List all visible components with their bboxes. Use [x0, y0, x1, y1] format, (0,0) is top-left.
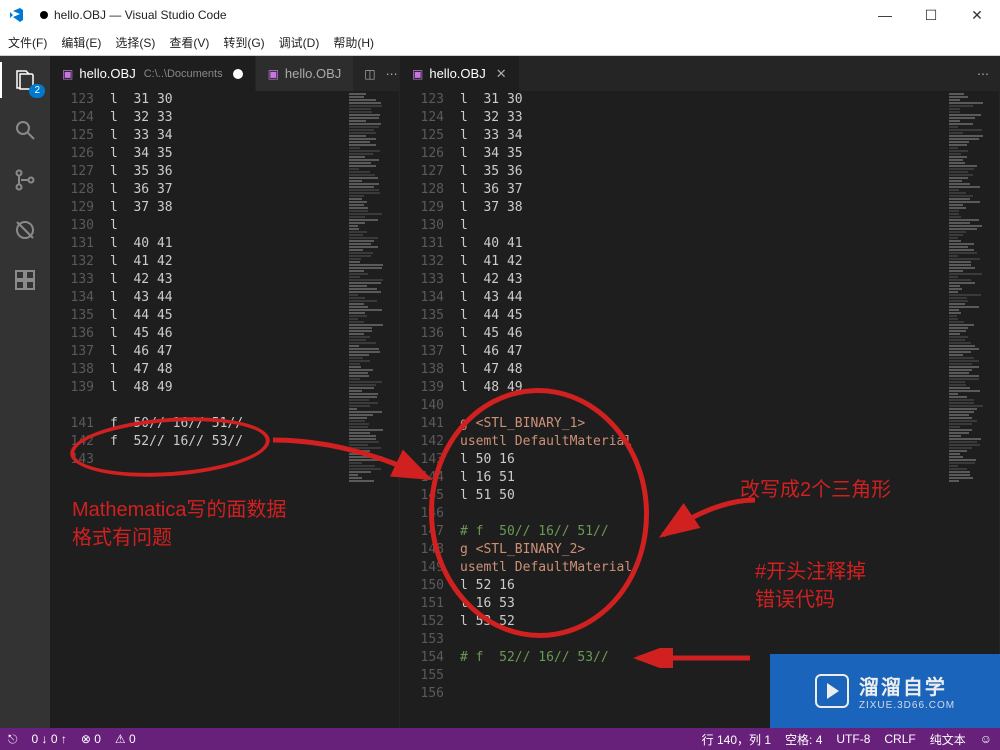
window-maximize-button[interactable]: ☐ [908, 0, 954, 30]
dirty-indicator-icon [233, 69, 243, 79]
tab-left-file2[interactable]: ▣ hello.OBJ [256, 56, 355, 91]
tab-left-label: hello.OBJ [79, 66, 135, 81]
activity-extensions-icon[interactable] [11, 266, 39, 294]
status-eol[interactable]: CRLF [884, 732, 915, 746]
menu-view[interactable]: 查看(V) [169, 34, 209, 51]
file-3d-icon: ▣ [62, 67, 73, 81]
tabbar-left: ▣ hello.OBJ C:\..\Documents ▣ hello.OBJ … [50, 56, 399, 91]
code-editor-left[interactable]: 1231241251261271281291301311321331341351… [50, 91, 399, 728]
tab-left-path: C:\..\Documents [144, 68, 223, 80]
split-editor-icon[interactable]: ◫ [364, 67, 375, 81]
minimap-left[interactable] [349, 93, 385, 539]
explorer-badge: 2 [29, 84, 45, 98]
menu-edit[interactable]: 编辑(E) [61, 34, 101, 51]
status-warnings[interactable]: ⚠ 0 [115, 732, 136, 746]
editor-group-left: ▣ hello.OBJ C:\..\Documents ▣ hello.OBJ … [50, 56, 400, 728]
watermark: 溜溜自学 ZIXUE.3D66.COM [770, 654, 1000, 728]
more-actions-icon[interactable]: ⋯ [977, 67, 989, 81]
tab-left-file[interactable]: ▣ hello.OBJ C:\..\Documents [50, 56, 256, 91]
status-language[interactable]: 纯文本 [930, 731, 966, 748]
menu-go[interactable]: 转到(G) [223, 34, 264, 51]
activity-explorer-icon[interactable]: 2 [11, 66, 39, 94]
tab-right-label: hello.OBJ [429, 66, 485, 81]
activity-debug-icon[interactable] [11, 216, 39, 244]
menu-help[interactable]: 帮助(H) [333, 34, 374, 51]
menubar: 文件(F) 编辑(E) 选择(S) 查看(V) 转到(G) 调试(D) 帮助(H… [0, 30, 1000, 56]
status-cursor[interactable]: 行 140，列 1 [702, 731, 771, 748]
code-editor-right[interactable]: 1231241251261271281291301311321331341351… [400, 91, 999, 728]
activity-search-icon[interactable] [11, 116, 39, 144]
file-3d-icon: ▣ [412, 67, 423, 81]
status-encoding[interactable]: UTF-8 [836, 732, 870, 746]
window-close-button[interactable]: ✕ [954, 0, 1000, 30]
app-body: 2 ▣ hello.OBJ C:\..\Documents ▣ hello.OB… [0, 56, 1000, 728]
minimap-right[interactable] [949, 93, 985, 539]
editor-group-right: ▣ hello.OBJ ✕ ⋯ 123124125126127128129130… [400, 56, 1000, 728]
modified-dot-icon [40, 11, 48, 19]
activity-bar: 2 [0, 56, 50, 728]
status-sync[interactable]: 0 ↓ 0 ↑ [32, 732, 67, 746]
watermark-title: 溜溜自学 [859, 671, 947, 700]
vscode-logo-icon [8, 6, 26, 24]
status-errors[interactable]: ⊗ 0 [81, 732, 101, 746]
menu-debug[interactable]: 调试(D) [279, 34, 320, 51]
file-3d-icon: ▣ [268, 67, 279, 81]
status-feedback-icon[interactable]: ☺ [980, 732, 992, 746]
window-titlebar: hello.OBJ — Visual Studio Code — ☐ ✕ [0, 0, 1000, 30]
menu-file[interactable]: 文件(F) [8, 34, 47, 51]
activity-scm-icon[interactable] [11, 166, 39, 194]
more-actions-icon[interactable]: ⋯ [386, 67, 398, 81]
tab-actions-right: ⋯ [967, 67, 999, 81]
tabbar-right: ▣ hello.OBJ ✕ ⋯ [400, 56, 999, 91]
close-tab-icon[interactable]: ✕ [496, 66, 507, 82]
watermark-sub: ZIXUE.3D66.COM [859, 700, 955, 711]
tab-left-label2: hello.OBJ [285, 66, 341, 81]
status-spaces[interactable]: 空格: 4 [785, 731, 822, 748]
status-remote-icon[interactable]: ⎋ [8, 732, 18, 747]
window-title: hello.OBJ — Visual Studio Code [54, 8, 227, 22]
window-minimize-button[interactable]: — [862, 0, 908, 30]
watermark-play-icon [815, 674, 849, 708]
statusbar: ⎋ 0 ↓ 0 ↑ ⊗ 0 ⚠ 0 行 140，列 1 空格: 4 UTF-8 … [0, 728, 1000, 750]
menu-selection[interactable]: 选择(S) [115, 34, 155, 51]
tab-right-file[interactable]: ▣ hello.OBJ ✕ [400, 56, 520, 91]
